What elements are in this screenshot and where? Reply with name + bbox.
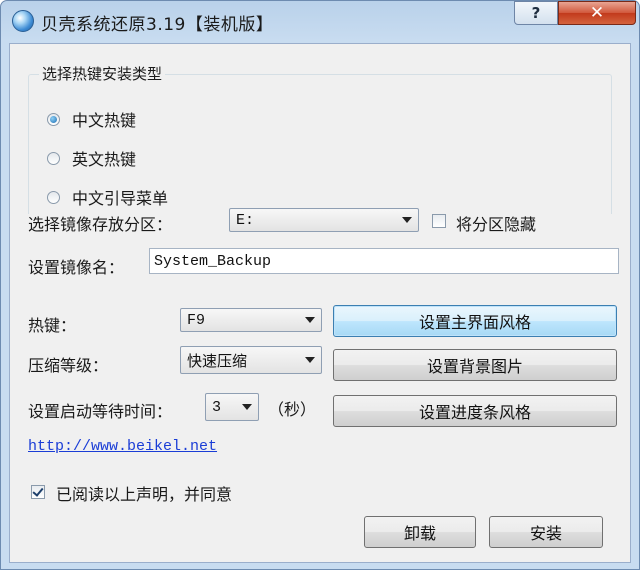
- chevron-down-icon: [402, 217, 412, 223]
- partition-label: 选择镜像存放分区：: [28, 215, 173, 234]
- website-link[interactable]: http://www.beikel.net: [28, 438, 217, 455]
- hide-partition-label: 将分区隐藏: [456, 215, 537, 234]
- wait-time-unit: （秒）: [268, 400, 317, 419]
- image-name-label: 设置镜像名：: [28, 258, 125, 277]
- chevron-down-icon: [242, 404, 252, 410]
- agreement-checkbox[interactable]: [31, 485, 45, 499]
- radio-chinese-boot-menu[interactable]: 中文引导菜单: [47, 185, 168, 209]
- wait-time-select[interactable]: 3: [205, 393, 259, 421]
- help-button[interactable]: ?: [514, 1, 558, 25]
- agreement-label: 已阅读以上声明，并同意: [56, 485, 233, 504]
- compression-selected-value: 快速压缩: [187, 351, 248, 370]
- set-progress-bar-style-button[interactable]: 设置进度条风格: [333, 395, 617, 427]
- radio-button-checked[interactable]: [47, 112, 60, 126]
- partition-select[interactable]: E:: [229, 208, 419, 232]
- chevron-down-icon: [305, 357, 315, 363]
- compression-label: 压缩等级：: [28, 356, 109, 375]
- set-background-image-button[interactable]: 设置背景图片: [333, 349, 617, 381]
- app-window: 贝壳系统还原3.19【装机版】 ? ✕ 选择热键安装类型 中文热键 英文热键 中…: [0, 0, 640, 570]
- radio-label: 中文热键: [72, 111, 137, 130]
- wait-time-label: 设置启动等待时间：: [28, 402, 173, 421]
- close-button[interactable]: ✕: [558, 1, 636, 25]
- radio-button[interactable]: [47, 190, 60, 204]
- install-button[interactable]: 安装: [489, 516, 603, 548]
- hide-partition-checkbox[interactable]: [432, 214, 446, 228]
- title-bar[interactable]: 贝壳系统还原3.19【装机版】 ? ✕: [1, 1, 639, 43]
- install-type-group-title: 选择热键安装类型: [39, 63, 166, 84]
- close-icon: ✕: [589, 3, 605, 23]
- radio-button[interactable]: [47, 151, 60, 165]
- window-title: 贝壳系统还原3.19【装机版】: [41, 15, 274, 35]
- chevron-down-icon: [305, 317, 315, 323]
- install-type-group: 选择热键安装类型 中文热键 英文热键 中文引导菜单: [28, 63, 612, 214]
- hotkey-selected-value: F9: [187, 311, 206, 329]
- partition-selected-value: E:: [236, 211, 255, 229]
- dialog-client: 选择热键安装类型 中文热键 英文热键 中文引导菜单 选择镜像存放分区： E: 将…: [9, 43, 631, 563]
- app-icon: [12, 10, 34, 32]
- compression-select[interactable]: 快速压缩: [180, 346, 322, 374]
- radio-label: 中文引导菜单: [72, 189, 169, 208]
- radio-chinese-hotkey[interactable]: 中文热键: [47, 107, 136, 131]
- radio-label: 英文热键: [72, 150, 137, 169]
- image-name-input[interactable]: System_Backup: [149, 248, 619, 274]
- hotkey-select[interactable]: F9: [180, 308, 322, 332]
- hotkey-label: 热键：: [28, 316, 77, 335]
- wait-time-selected-value: 3: [212, 398, 222, 416]
- radio-english-hotkey[interactable]: 英文热键: [47, 146, 136, 170]
- set-main-ui-style-button[interactable]: 设置主界面风格: [333, 305, 617, 337]
- uninstall-button[interactable]: 卸载: [364, 516, 476, 548]
